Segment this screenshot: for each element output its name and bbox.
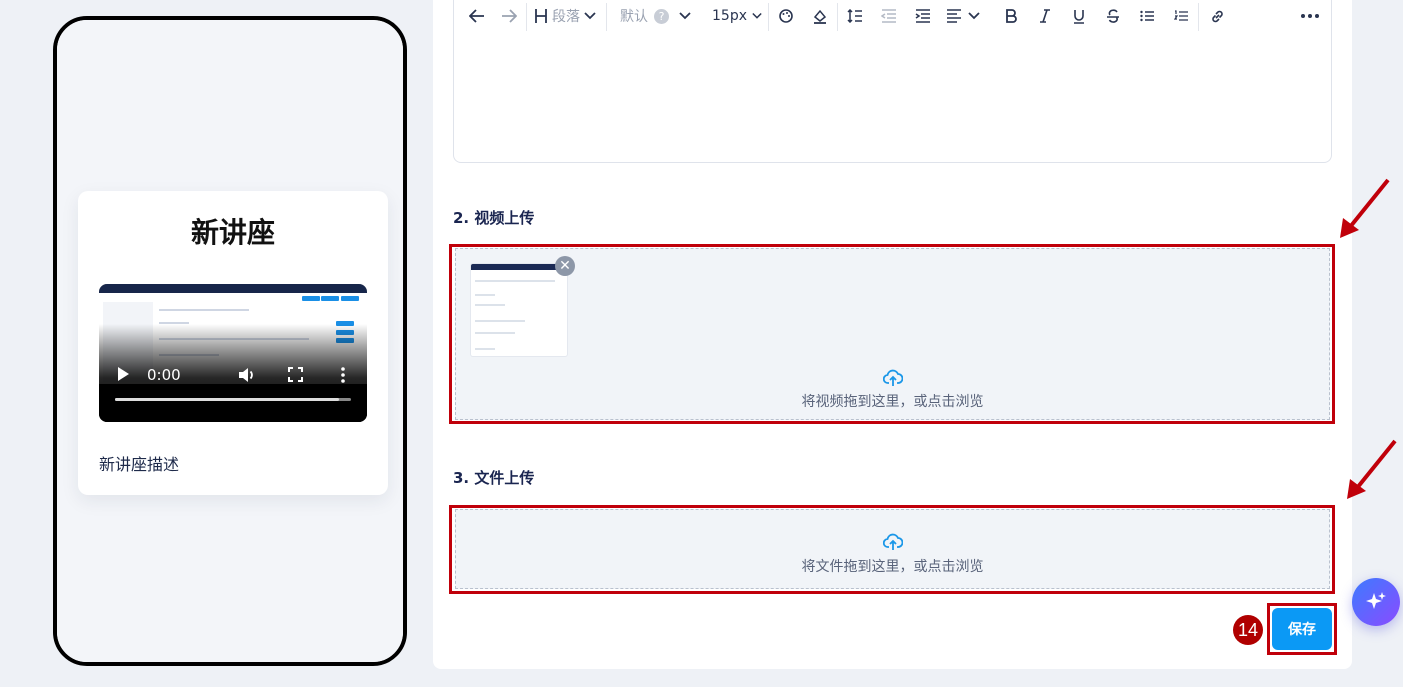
- step-badge: 14: [1233, 615, 1263, 645]
- chevron-down-icon: [968, 12, 980, 20]
- phone-screen: 新讲座 0:00 新讲座描述: [57, 20, 403, 662]
- strikethrough-icon[interactable]: [1102, 5, 1124, 27]
- play-icon[interactable]: [118, 367, 129, 381]
- video-progress-bar[interactable]: [115, 398, 351, 401]
- preview-description: 新讲座描述: [99, 455, 180, 474]
- volume-icon[interactable]: [238, 367, 256, 383]
- palette-icon[interactable]: [776, 5, 796, 27]
- video-time: 0:00: [147, 366, 181, 384]
- preview-title: 新讲座: [190, 216, 275, 249]
- file-highlight-box: [449, 505, 1335, 594]
- more-icon[interactable]: [1298, 5, 1322, 27]
- bullet-list-icon[interactable]: [1136, 5, 1158, 27]
- annotation-arrow: [1347, 439, 1397, 499]
- align-icon: [947, 9, 961, 23]
- chevron-down-icon: [584, 12, 596, 20]
- line-height-icon[interactable]: [844, 5, 866, 27]
- font-size-label: 15px: [712, 8, 747, 24]
- video-highlight-box: [449, 244, 1335, 424]
- bold-icon[interactable]: [1000, 5, 1022, 27]
- phone-preview: 新讲座 0:00 新讲座描述: [53, 16, 407, 666]
- editor-toolbar: 段落 默认 ? 15px: [454, 0, 1331, 35]
- video-player[interactable]: 0:00: [99, 284, 367, 422]
- chevron-down-icon: [679, 12, 691, 20]
- chevron-down-icon: [752, 12, 762, 19]
- heading-label: 段落: [552, 9, 580, 25]
- highlight-icon[interactable]: [809, 5, 831, 27]
- sparkle-icon: [1366, 592, 1386, 609]
- heading-icon: [535, 9, 547, 23]
- link-icon[interactable]: [1206, 5, 1228, 27]
- rich-text-editor[interactable]: 段落 默认 ? 15px: [453, 0, 1332, 163]
- numbered-list-icon[interactable]: [1170, 5, 1192, 27]
- redo-icon[interactable]: [498, 5, 520, 27]
- file-section-title: 3. 文件上传: [453, 469, 535, 487]
- ai-assistant-button[interactable]: [1352, 578, 1400, 626]
- heading-dropdown[interactable]: 段落: [534, 5, 602, 27]
- align-dropdown[interactable]: [946, 5, 986, 27]
- video-section-title: 2. 视频上传: [453, 209, 535, 227]
- undo-icon[interactable]: [466, 5, 488, 27]
- kebab-icon[interactable]: [340, 367, 346, 383]
- fullscreen-icon[interactable]: [288, 367, 303, 382]
- outdent-icon[interactable]: [878, 5, 900, 27]
- font-dropdown[interactable]: 默认 ?: [620, 5, 694, 27]
- preview-card: 新讲座 0:00 新讲座描述: [78, 191, 388, 495]
- italic-icon[interactable]: [1034, 5, 1056, 27]
- save-button[interactable]: 保存: [1272, 608, 1332, 650]
- font-size-dropdown[interactable]: 15px: [712, 5, 762, 27]
- annotation-arrow: [1340, 178, 1390, 238]
- font-help-icon[interactable]: ?: [654, 8, 669, 24]
- font-label: 默认: [620, 9, 648, 25]
- underline-icon[interactable]: [1068, 5, 1090, 27]
- indent-icon[interactable]: [912, 5, 934, 27]
